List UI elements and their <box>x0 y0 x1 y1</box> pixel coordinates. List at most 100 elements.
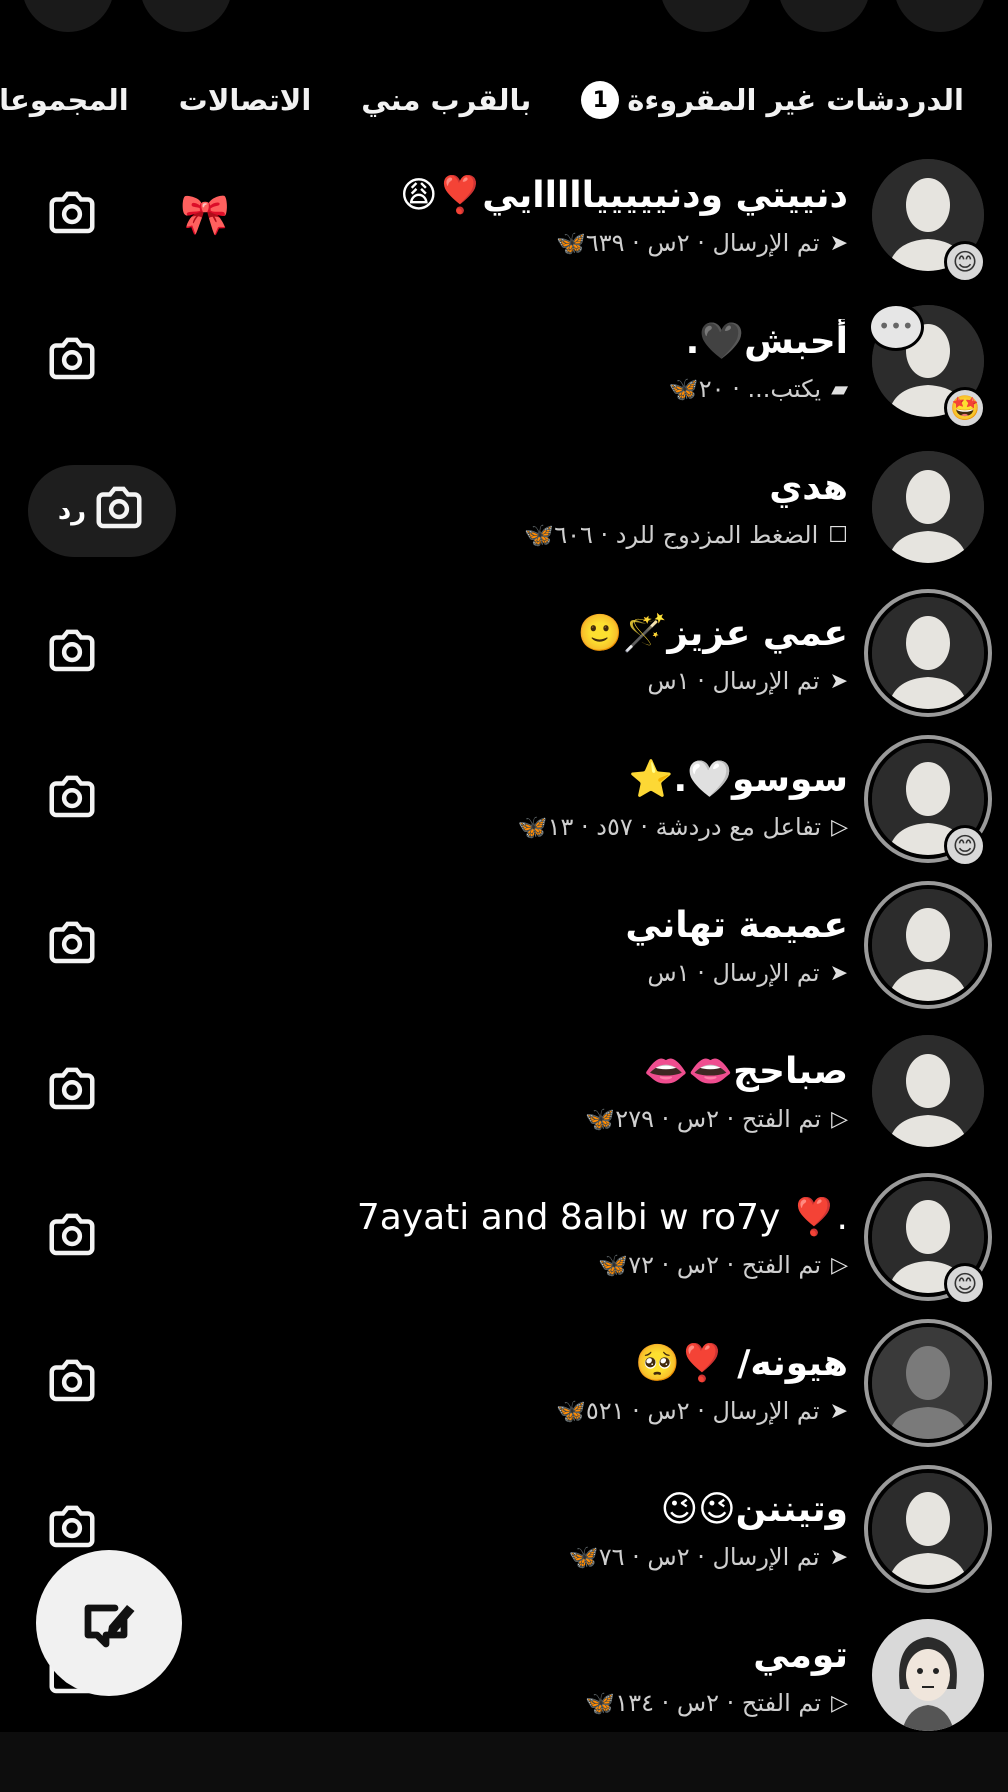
avatar[interactable] <box>872 1327 984 1439</box>
camera-button[interactable] <box>44 1209 100 1265</box>
camera-icon <box>92 481 146 542</box>
new-chat-icon <box>84 1604 135 1648</box>
chat-status-text: تم الإرسال · ١س <box>647 959 820 987</box>
chat-status: ➤ تم الإرسال · ٢س · ٧٦🦋 <box>200 1543 848 1571</box>
chat-row[interactable]: 🤩 ••• أحبش🖤. ▰ يكتب... · ٢٠🦋 <box>0 291 1008 437</box>
friend-emoji-badge: 🤩 <box>944 387 986 429</box>
chat-row[interactable]: 😊 7ayati and 8albi w ro7y ❣️. ▷ تم الفتح · … <box>0 1167 1008 1313</box>
camera-button[interactable] <box>44 333 100 389</box>
chat-text: وتيننن😉😉 ➤ تم الإرسال · ٢س · ٧٦🦋 <box>200 1487 848 1571</box>
chat-name: هيونه/ ❣️🥺 <box>635 1343 848 1384</box>
filter-groups[interactable]: المجموعات <box>0 83 129 117</box>
camera-icon <box>45 186 99 244</box>
camera-icon <box>45 624 99 682</box>
chat-status-text: تم الإرسال · ٢س · ٦٣٩🦋 <box>555 229 820 257</box>
chat-name: 7ayati and 8albi w ro7y ❣️. <box>356 1197 848 1238</box>
opened-icon: ▷ <box>831 1252 848 1278</box>
filter-nearby[interactable]: بالقرب مني <box>361 83 531 117</box>
chat-status-text: تم الإرسال · ٢س · ٥٢١🦋 <box>555 1397 820 1425</box>
reply-camera-button[interactable]: رد <box>28 465 176 557</box>
chat-row[interactable]: هيونه/ ❣️🥺 ➤ تم الإرسال · ٢س · ٥٢١🦋 <box>0 1313 1008 1459</box>
chat-list: 😊 دنييتي ودنيييييااااايي❣️😩 ➤ تم الإرسال · … <box>0 145 1008 1751</box>
chat-status: ▷ تفاعل مع دردشة · ٥٧د · ١٣🦋 <box>200 813 848 841</box>
opened-icon: ▷ <box>831 1106 848 1132</box>
chat-name: تومي <box>753 1635 848 1676</box>
camera-button[interactable] <box>44 771 100 827</box>
filter-calls[interactable]: الاتصالات <box>179 83 312 117</box>
chat-text: هدي ☐ الضغط المزدوج للرد · ٦٠٦🦋 <box>200 465 848 549</box>
camera-icon <box>45 1500 99 1558</box>
avatar[interactable] <box>872 597 984 709</box>
chat-status-text: تم الفتح · ٢س · ٧٢🦋 <box>598 1251 822 1279</box>
camera-button[interactable] <box>44 187 100 243</box>
profile-button[interactable] <box>22 0 114 32</box>
chat-text: صباحج👄👄 ▷ تم الفتح · ٢س · ٢٧٩🦋 <box>200 1049 848 1133</box>
chat-name: أحبش🖤. <box>685 321 848 362</box>
chat-status-text: الضغط المزدوج للرد · ٦٠٦🦋 <box>524 521 819 549</box>
camera-icon <box>45 916 99 974</box>
camera-button[interactable] <box>44 1501 100 1557</box>
camera-button[interactable] <box>44 917 100 973</box>
camera-icon <box>45 1208 99 1266</box>
opened-icon: ▷ <box>831 814 848 840</box>
avatar[interactable] <box>872 1619 984 1731</box>
filter-unread-chats[interactable]: الدردشات غير المقروءة 1 <box>581 81 964 119</box>
camera-button[interactable] <box>44 625 100 681</box>
chat-status-text: تم الإرسال · ٢س · ٧٦🦋 <box>568 1543 820 1571</box>
sent-icon: ➤ <box>829 1544 848 1570</box>
sent-icon: ➤ <box>829 960 848 986</box>
chat-row[interactable]: عميمة تهاني ➤ تم الإرسال · ١س <box>0 875 1008 1021</box>
chat-text: عمي عزيز🪄🙂 ➤ تم الإرسال · ١س <box>200 611 848 695</box>
chat-status: ➤ تم الإرسال · ١س <box>200 959 848 987</box>
add-friend-button[interactable] <box>660 0 752 32</box>
chat-row[interactable]: صباحج👄👄 ▷ تم الفتح · ٢س · ٢٧٩🦋 <box>0 1021 1008 1167</box>
camera-icon <box>45 332 99 390</box>
friend-emoji-badge: 😊 <box>944 241 986 283</box>
chat-row[interactable]: عمي عزيز🪄🙂 ➤ تم الإرسال · ١س <box>0 583 1008 729</box>
chat-text: سوسو🤍.⭐ ▷ تفاعل مع دردشة · ٥٧د · ١٣🦋 <box>200 757 848 841</box>
chat-status: ☐ الضغط المزدوج للرد · ٦٠٦🦋 <box>200 521 848 549</box>
chat-status-text: تم الإرسال · ١س <box>647 667 820 695</box>
camera-icon <box>45 1062 99 1120</box>
sent-icon: ➤ <box>829 230 848 256</box>
reply-label: رد <box>57 496 87 526</box>
chat-text: أحبش🖤. ▰ يكتب... · ٢٠🦋 <box>200 319 848 403</box>
chat-text: عميمة تهاني ➤ تم الإرسال · ١س <box>200 903 848 987</box>
camera-button[interactable] <box>44 1063 100 1119</box>
avatar[interactable] <box>872 451 984 563</box>
avatar[interactable] <box>872 1035 984 1147</box>
chat-status-text: تفاعل مع دردشة · ٥٧د · ١٣🦋 <box>517 813 822 841</box>
chat-row[interactable]: هدي ☐ الضغط المزدوج للرد · ٦٠٦🦋 رد <box>0 437 1008 583</box>
avatar[interactable] <box>872 889 984 1001</box>
chat-status: ▷ تم الفتح · ٢س · ٧٢🦋 <box>200 1251 848 1279</box>
chat-row[interactable]: 😊 سوسو🤍.⭐ ▷ تفاعل مع دردشة · ٥٧د · ١٣🦋 <box>0 729 1008 875</box>
friend-emoji-badge: 😊 <box>944 1263 986 1305</box>
avatar[interactable] <box>872 1473 984 1585</box>
filter-bar: الدردشات غير المقروءة 1 بالقرب مني الاتص… <box>0 70 1008 130</box>
chat-status: ➤ تم الإرسال · ٢س · ٦٣٩🦋 <box>200 229 848 257</box>
chat-bubble-icon: ▰ <box>831 376 848 402</box>
chat-text: هيونه/ ❣️🥺 ➤ تم الإرسال · ٢س · ٥٢١🦋 <box>200 1341 848 1425</box>
chat-status: ➤ تم الإرسال · ١س <box>200 667 848 695</box>
chat-name: وتيننن😉😉 <box>660 1489 848 1530</box>
chat-status: ▰ يكتب... · ٢٠🦋 <box>200 375 848 403</box>
filter-label: المجموعات <box>0 83 129 117</box>
chat-status-text: تم الفتح · ٢س · ١٣٤🦋 <box>585 1689 822 1717</box>
bow-icon: 🎀 <box>180 192 230 238</box>
chat-name: عمي عزيز🪄🙂 <box>577 613 848 654</box>
sent-icon: ➤ <box>829 668 848 694</box>
chat-name: صباحج👄👄 <box>643 1051 848 1092</box>
camera-icon <box>45 770 99 828</box>
chat-status-text: تم الفتح · ٢س · ٢٧٩🦋 <box>585 1105 822 1133</box>
bottom-nav-bar <box>0 1732 1008 1792</box>
new-chat-button[interactable] <box>36 1550 182 1696</box>
filter-label: الاتصالات <box>178 83 312 117</box>
chat-row[interactable]: 😊 دنييتي ودنيييييااااايي❣️😩 ➤ تم الإرسال · … <box>0 145 1008 291</box>
more-button[interactable] <box>778 0 870 32</box>
unread-count-badge: 1 <box>581 81 620 119</box>
settings-button[interactable] <box>894 0 986 32</box>
search-button[interactable] <box>140 0 232 32</box>
square-icon: ☐ <box>828 522 848 548</box>
chat-text: تومي ▷ تم الفتح · ٢س · ١٣٤🦋 <box>200 1633 848 1717</box>
camera-button[interactable] <box>44 1355 100 1411</box>
